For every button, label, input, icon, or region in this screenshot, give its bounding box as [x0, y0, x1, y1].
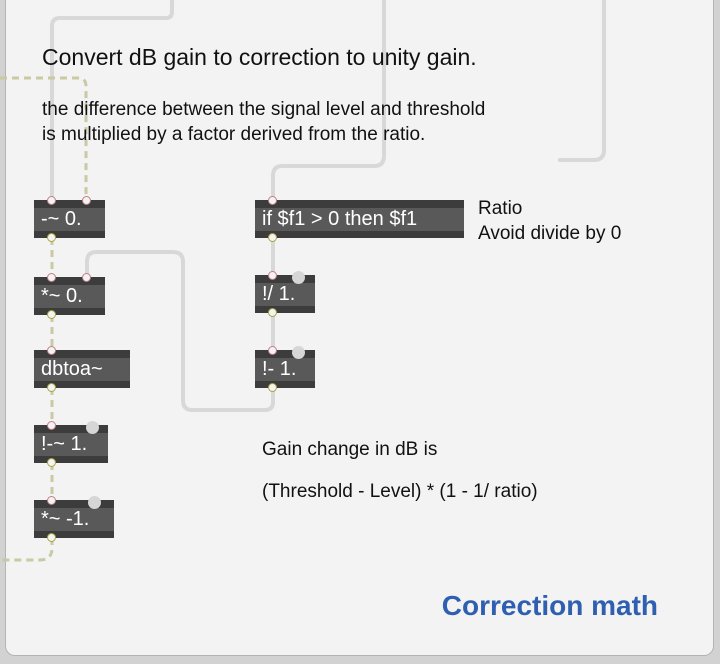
inlet-port-connected[interactable] [86, 421, 99, 434]
object-reverse-minus[interactable]: !- 1. [255, 346, 315, 392]
inlet-port[interactable] [47, 273, 56, 282]
section-title: Correction math [441, 590, 658, 621]
inlet-port[interactable] [268, 271, 277, 280]
inlet-port-connected[interactable] [88, 496, 101, 509]
ratio-label: Ratio [478, 198, 523, 219]
object-label: !-~ 1. [41, 433, 88, 455]
object-label: !/ 1. [262, 283, 296, 305]
outlet-port[interactable] [47, 310, 56, 319]
outlet-port[interactable] [47, 533, 56, 542]
inlet-port[interactable] [268, 346, 277, 355]
inlet-port-connected[interactable] [292, 346, 305, 359]
inlet-port[interactable] [82, 273, 91, 282]
description-line-1: the difference between the signal level … [42, 99, 486, 120]
outlet-port[interactable] [47, 383, 56, 392]
object-dbtoa[interactable]: dbtoa~ [34, 346, 130, 392]
cable-top-far-right [558, 0, 606, 162]
object-times-signal[interactable]: *~ 0. [34, 273, 105, 319]
outlet-port[interactable] [268, 233, 277, 242]
inlet-port[interactable] [47, 421, 56, 430]
description-line-2: is multiplied by a factor derived from t… [42, 124, 426, 145]
inlet-port[interactable] [268, 196, 277, 205]
outlet-port[interactable] [47, 458, 56, 467]
object-label: !- 1. [262, 358, 297, 380]
outlet-port[interactable] [47, 233, 56, 242]
object-label: if $f1 > 0 then $f1 [262, 208, 418, 230]
object-if-ratio[interactable]: if $f1 > 0 then $f1 [255, 196, 464, 242]
gain-formula-line-2: (Threshold - Level) * (1 - 1/ ratio) [262, 481, 538, 502]
object-label: -~ 0. [41, 208, 82, 230]
heading-comment: Convert dB gain to correction to unity g… [42, 44, 477, 70]
object-label: *~ 0. [41, 285, 83, 307]
outlet-port[interactable] [268, 383, 277, 392]
object-reverse-divide[interactable]: !/ 1. [255, 271, 315, 317]
object-times-negative[interactable]: *~ -1. [34, 496, 114, 542]
ratio-note: Avoid divide by 0 [478, 223, 622, 244]
inlet-port-connected[interactable] [292, 271, 305, 284]
inlet-port[interactable] [47, 496, 56, 505]
object-label: dbtoa~ [41, 358, 103, 380]
object-reverse-minus-signal[interactable]: !-~ 1. [34, 421, 108, 467]
inlet-port[interactable] [82, 196, 91, 205]
inlet-port[interactable] [47, 346, 56, 355]
object-label: *~ -1. [41, 508, 90, 530]
object-minus-signal[interactable]: -~ 0. [34, 196, 105, 242]
gain-formula-line-1: Gain change in dB is [262, 439, 438, 460]
inlet-port[interactable] [47, 196, 56, 205]
outlet-port[interactable] [268, 308, 277, 317]
signal-cable-out [0, 538, 54, 562]
